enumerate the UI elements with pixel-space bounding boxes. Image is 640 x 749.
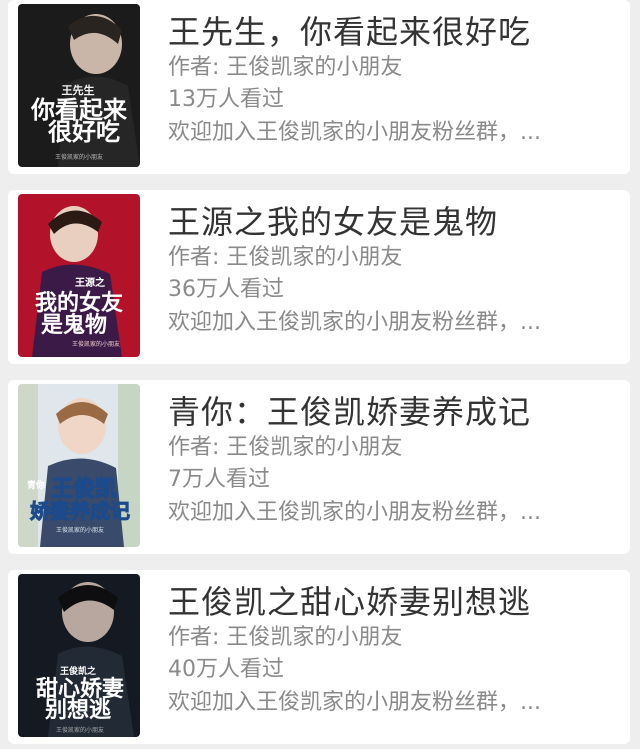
book-info: 王俊凯之甜心娇妻别想逃 作者: 王俊凯家的小朋友 40万人看过 欢迎加入王俊凯家… xyxy=(168,582,624,720)
book-card[interactable]: 王源之 我的女友 是鬼物 王俊凯家的小朋友 王源之我的女友是鬼物 作者: 王俊凯… xyxy=(8,190,630,364)
cover-author-text: 王俊凯家的小朋友 xyxy=(72,340,120,348)
book-cover-image[interactable]: 王先生 你看起来 很好吃 王俊凯家的小朋友 xyxy=(18,4,140,167)
book-cover-image[interactable]: 青你 王俊凯 娇妻养成记 王俊凯家的小朋友 xyxy=(18,384,140,547)
book-description: 欢迎加入王俊凯家的小朋友粉丝群，... xyxy=(168,690,541,715)
book-description: 欢迎加入王俊凯家的小朋友粉丝群，... xyxy=(168,120,541,145)
cover-title-line2: 是鬼物 xyxy=(41,312,107,338)
book-view-count: 40万人看过 xyxy=(168,657,284,682)
book-title[interactable]: 王源之我的女友是鬼物 xyxy=(168,202,624,242)
cover-title-line2: 很好吃 xyxy=(48,117,120,146)
book-view-count: 7万人看过 xyxy=(168,467,270,492)
book-info: 青你：王俊凯娇妻养成记 作者: 王俊凯家的小朋友 7万人看过 欢迎加入王俊凯家的… xyxy=(168,392,624,530)
book-author: 作者: 王俊凯家的小朋友 xyxy=(168,55,403,80)
book-cover-image[interactable]: 王俊凯之 甜心娇妻 别想逃 王俊凯家的小朋友 xyxy=(18,574,140,737)
cover-title-line2: 娇妻养成记 xyxy=(30,499,130,523)
book-title[interactable]: 王俊凯之甜心娇妻别想逃 xyxy=(168,582,624,622)
book-description: 欢迎加入王俊凯家的小朋友粉丝群，... xyxy=(168,310,541,335)
cover-tag-text: 青你 xyxy=(27,479,45,491)
book-info: 王源之我的女友是鬼物 作者: 王俊凯家的小朋友 36万人看过 欢迎加入王俊凯家的… xyxy=(168,202,624,340)
book-description: 欢迎加入王俊凯家的小朋友粉丝群，... xyxy=(168,500,541,525)
book-title[interactable]: 青你：王俊凯娇妻养成记 xyxy=(168,392,624,432)
book-view-count: 13万人看过 xyxy=(168,87,284,112)
cover-author-text: 王俊凯家的小朋友 xyxy=(56,526,104,534)
book-card[interactable]: 王俊凯之 甜心娇妻 别想逃 王俊凯家的小朋友 王俊凯之甜心娇妻别想逃 作者: 王… xyxy=(8,570,630,744)
cover-author-text: 王俊凯家的小朋友 xyxy=(55,153,103,161)
book-author: 作者: 王俊凯家的小朋友 xyxy=(168,245,403,270)
book-list: 王先生 你看起来 很好吃 王俊凯家的小朋友 王先生，你看起来很好吃 作者: 王俊… xyxy=(0,0,640,749)
cover-author-text: 王俊凯家的小朋友 xyxy=(56,726,104,734)
cover-title-line2: 别想逃 xyxy=(44,697,112,723)
book-view-count: 36万人看过 xyxy=(168,277,284,302)
book-card[interactable]: 青你 王俊凯 娇妻养成记 王俊凯家的小朋友 青你：王俊凯娇妻养成记 作者: 王俊… xyxy=(8,380,630,554)
book-author: 作者: 王俊凯家的小朋友 xyxy=(168,435,403,460)
book-author: 作者: 王俊凯家的小朋友 xyxy=(168,625,403,650)
book-title[interactable]: 王先生，你看起来很好吃 xyxy=(168,12,624,52)
cover-tag-text: 王源之 xyxy=(75,276,105,289)
book-info: 王先生，你看起来很好吃 作者: 王俊凯家的小朋友 13万人看过 欢迎加入王俊凯家… xyxy=(168,12,624,150)
book-card[interactable]: 王先生 你看起来 很好吃 王俊凯家的小朋友 王先生，你看起来很好吃 作者: 王俊… xyxy=(8,0,630,174)
book-cover-image[interactable]: 王源之 我的女友 是鬼物 王俊凯家的小朋友 xyxy=(18,194,140,357)
